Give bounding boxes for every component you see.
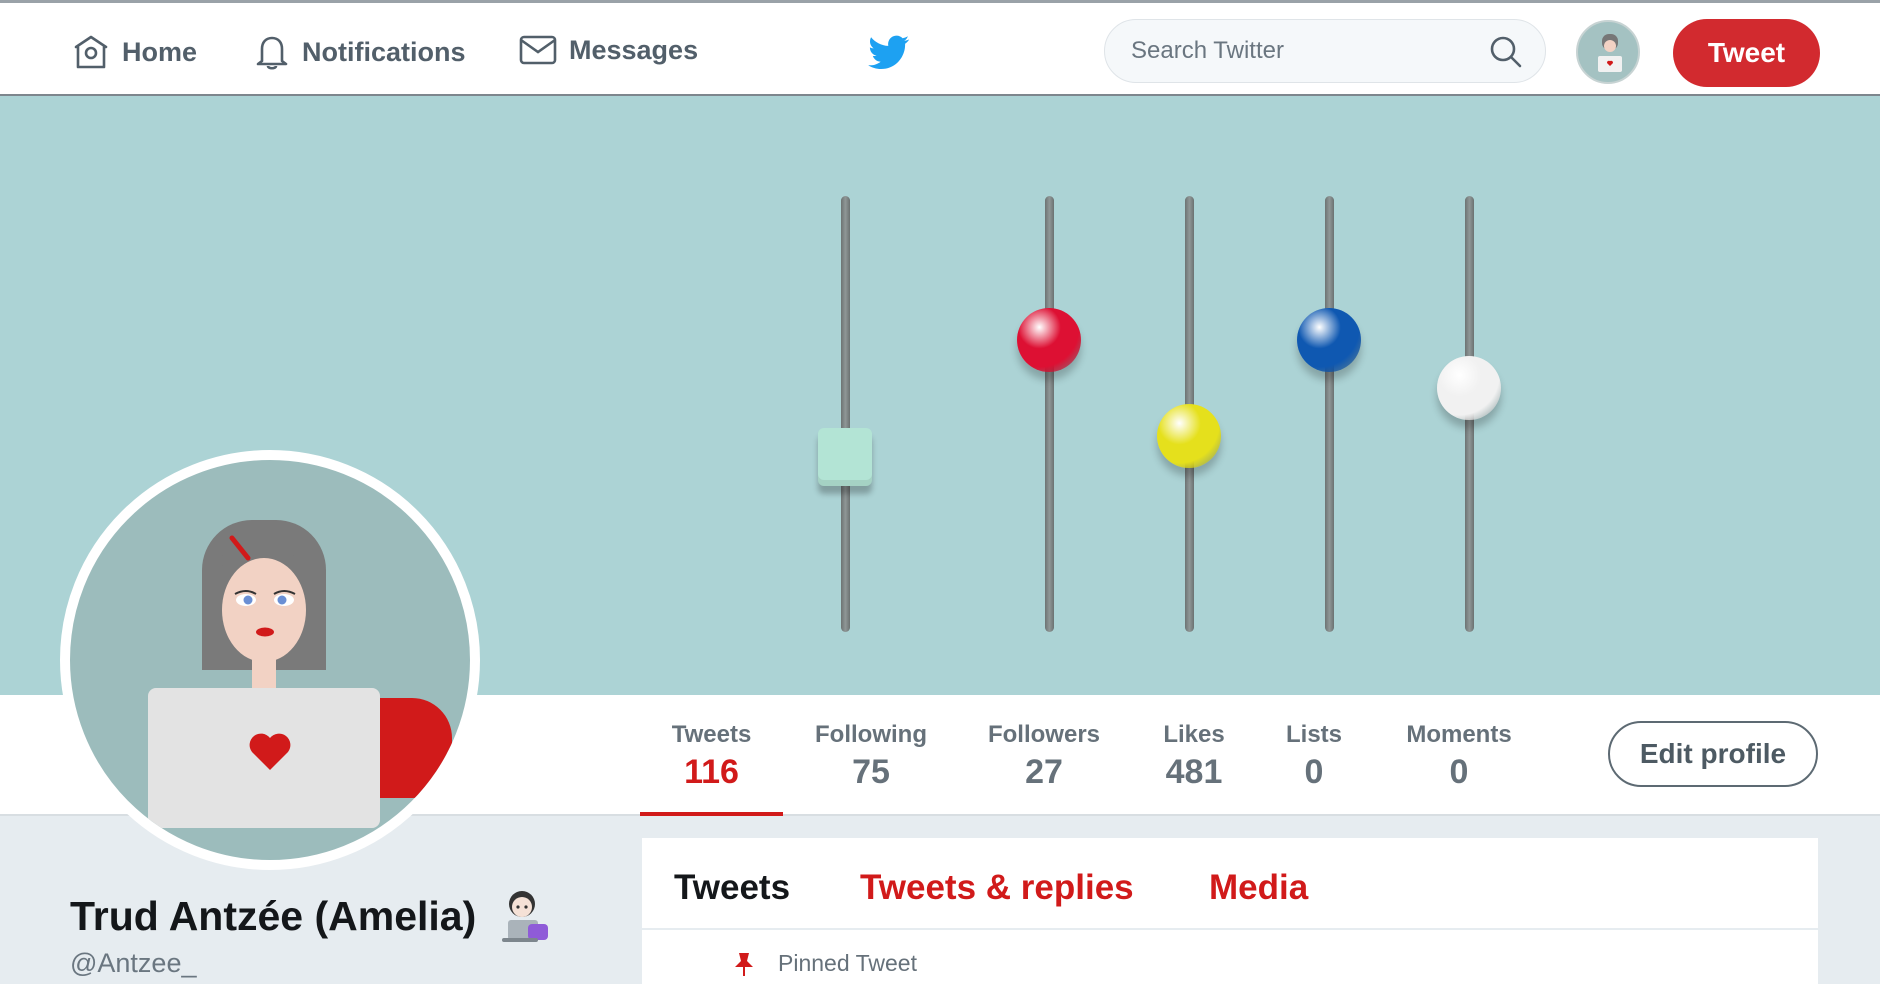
stat-value: 0 <box>1449 753 1469 791</box>
stat-following[interactable]: Following 75 <box>803 721 939 792</box>
profile-name: Trud Antzée (Amelia) <box>70 888 552 944</box>
stat-tweets[interactable]: Tweets 116 <box>640 721 783 792</box>
nav-messages[interactable]: Messages <box>519 33 698 67</box>
tab-tweets[interactable]: Tweets <box>674 868 790 908</box>
stat-label: Moments <box>1406 721 1512 748</box>
nav-notifications-label: Notifications <box>302 36 466 67</box>
timeline-panel: Tweets Tweets & replies Media Pinned Twe… <box>642 838 1818 984</box>
tab-media[interactable]: Media <box>1209 868 1308 908</box>
search-box <box>1104 19 1546 83</box>
stat-followers[interactable]: Followers 27 <box>976 721 1112 792</box>
nav-home[interactable]: Home <box>72 33 197 71</box>
stat-value: 116 <box>684 753 739 791</box>
search-icon[interactable] <box>1489 35 1523 69</box>
profile-avatar[interactable] <box>60 450 480 870</box>
search-input[interactable] <box>1129 20 1483 82</box>
stat-label: Followers <box>987 721 1101 748</box>
twitter-bird-icon[interactable] <box>868 35 910 71</box>
stat-value: 75 <box>852 753 890 791</box>
envelope-icon <box>519 35 557 65</box>
banner-slider-knob-ball <box>1437 355 1501 420</box>
profile-name-text: Trud Antzée (Amelia) <box>70 892 477 939</box>
stat-moments[interactable]: Moments 0 <box>1396 721 1522 792</box>
pinned-tweet-indicator: Pinned Tweet <box>732 950 917 977</box>
stat-label: Lists <box>1285 721 1342 748</box>
banner-slider-knob-ball <box>1297 307 1361 372</box>
banner-slider-knob-ball <box>1017 307 1081 372</box>
edit-profile-button[interactable]: Edit profile <box>1608 721 1818 787</box>
top-navigation-bar: Home Notifications Messages Tweet <box>0 0 1880 96</box>
stat-value: 27 <box>1025 753 1063 791</box>
banner-slider-track <box>1045 196 1054 632</box>
avatar-illustration <box>1598 34 1622 72</box>
stat-label: Likes <box>1163 721 1225 748</box>
pinned-tweet-label: Pinned Tweet <box>778 950 917 976</box>
nav-notifications[interactable]: Notifications <box>254 33 466 71</box>
bell-icon <box>256 36 288 70</box>
active-tab-underline <box>640 812 783 816</box>
banner-slider-track <box>1325 196 1334 632</box>
stat-likes[interactable]: Likes 481 <box>1144 721 1244 792</box>
user-avatar-small[interactable] <box>1576 20 1640 84</box>
pin-icon <box>735 952 753 976</box>
avatar-illustration <box>148 520 452 828</box>
banner-slider-knob-square <box>818 427 872 486</box>
woman-technologist-emoji-icon <box>502 891 549 942</box>
nav-home-label: Home <box>122 36 198 67</box>
tweet-button[interactable]: Tweet <box>1673 19 1820 87</box>
banner-slider-knob-ball <box>1157 403 1221 468</box>
home-icon <box>74 35 108 69</box>
nav-messages-label: Messages <box>569 34 699 65</box>
profile-handle: @Antzee_ <box>70 948 197 978</box>
stat-value: 481 <box>1165 753 1223 791</box>
stat-label: Tweets <box>671 721 752 748</box>
tab-tweets-and-replies[interactable]: Tweets & replies <box>860 868 1134 908</box>
divider <box>642 928 1818 930</box>
stat-label: Following <box>815 721 927 748</box>
stat-value: 0 <box>1304 753 1324 791</box>
stat-lists[interactable]: Lists 0 <box>1274 721 1354 792</box>
banner-slider-track <box>841 196 850 632</box>
